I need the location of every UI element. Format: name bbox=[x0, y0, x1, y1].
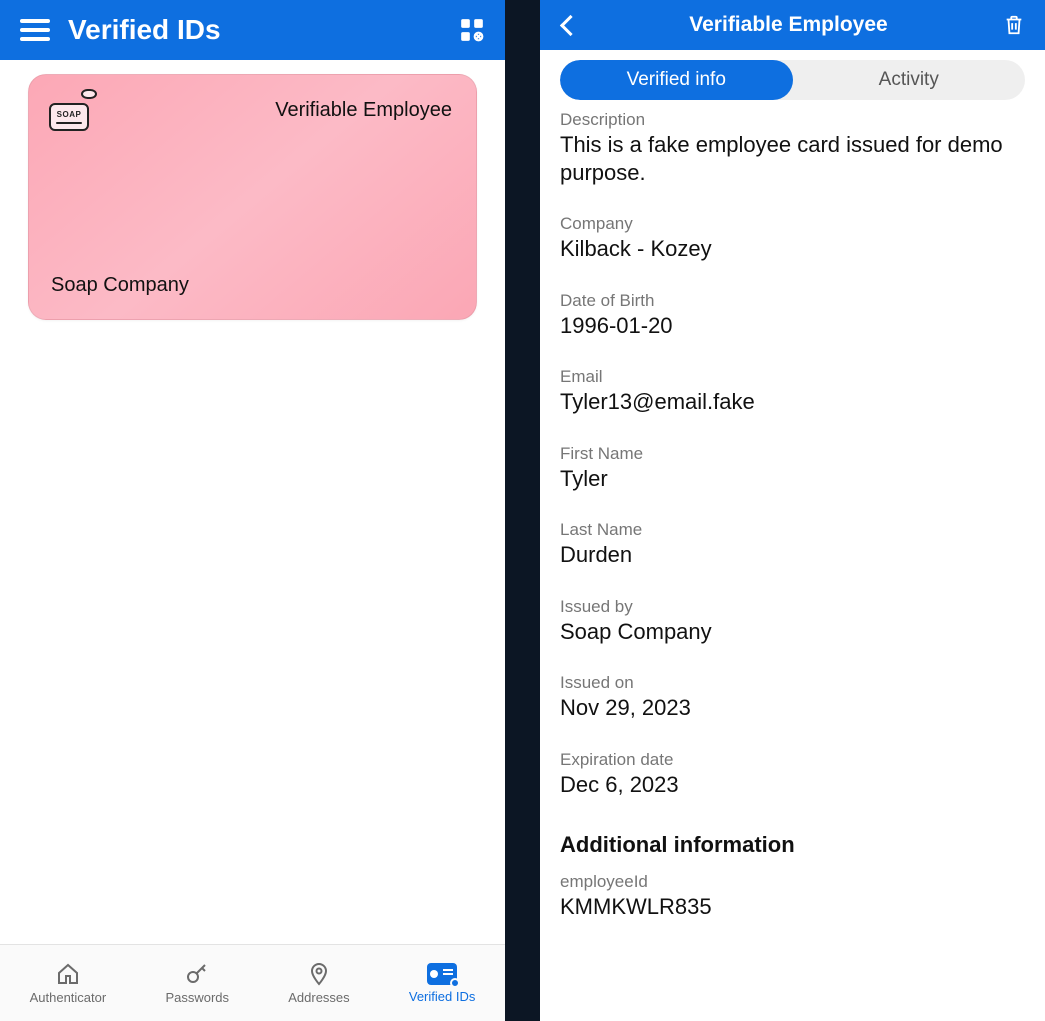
qr-scan-icon[interactable] bbox=[459, 17, 485, 43]
card-brand-icon: SOAP bbox=[49, 91, 91, 131]
nav-label: Authenticator bbox=[30, 990, 107, 1005]
field-value: Soap Company bbox=[560, 618, 1025, 646]
tab-activity[interactable]: Activity bbox=[793, 60, 1026, 100]
field-value: Dec 6, 2023 bbox=[560, 771, 1025, 799]
field-value: KMMKWLR835 bbox=[560, 893, 1025, 921]
field-employee-id: employeeId KMMKWLR835 bbox=[560, 872, 1025, 921]
field-email: Email Tyler13@email.fake bbox=[560, 367, 1025, 416]
detail-title: Verifiable Employee bbox=[689, 13, 887, 37]
page-title: Verified IDs bbox=[68, 14, 459, 46]
right-header: Verifiable Employee bbox=[540, 0, 1045, 50]
field-label: Last Name bbox=[560, 520, 1025, 540]
left-header: Verified IDs bbox=[0, 0, 505, 60]
card-issuer-label: Soap Company bbox=[51, 274, 189, 297]
tab-verified-info[interactable]: Verified info bbox=[560, 60, 793, 100]
nav-label: Passwords bbox=[165, 990, 229, 1005]
field-description: Description This is a fake employee card… bbox=[560, 110, 1025, 186]
field-label: First Name bbox=[560, 444, 1025, 464]
field-company: Company Kilback - Kozey bbox=[560, 214, 1025, 263]
nav-label: Verified IDs bbox=[409, 989, 475, 1004]
nav-verified-ids[interactable]: Verified IDs bbox=[409, 963, 475, 1004]
nav-authenticator[interactable]: Authenticator bbox=[30, 962, 107, 1005]
field-label: Issued on bbox=[560, 673, 1025, 693]
field-issued-on: Issued on Nov 29, 2023 bbox=[560, 673, 1025, 722]
nav-passwords[interactable]: Passwords bbox=[165, 962, 229, 1005]
field-value: Tyler bbox=[560, 465, 1025, 493]
verified-ids-panel: Verified IDs SOAP Verifiable Employee So… bbox=[0, 0, 505, 1021]
field-first-name: First Name Tyler bbox=[560, 444, 1025, 493]
trash-icon[interactable] bbox=[1003, 13, 1025, 37]
field-label: Issued by bbox=[560, 597, 1025, 617]
field-value: Kilback - Kozey bbox=[560, 235, 1025, 263]
card-list: SOAP Verifiable Employee Soap Company bbox=[0, 60, 505, 944]
field-label: Expiration date bbox=[560, 750, 1025, 770]
field-value: 1996-01-20 bbox=[560, 312, 1025, 340]
field-value: Durden bbox=[560, 541, 1025, 569]
field-value: This is a fake employee card issued for … bbox=[560, 131, 1025, 186]
pin-icon bbox=[307, 962, 331, 986]
card-type-label: Verifiable Employee bbox=[275, 99, 452, 122]
bottom-nav: Authenticator Passwords Addresses Verifi… bbox=[0, 944, 505, 1021]
back-icon[interactable] bbox=[560, 14, 574, 36]
home-icon bbox=[56, 962, 80, 986]
credential-card[interactable]: SOAP Verifiable Employee Soap Company bbox=[28, 74, 477, 320]
detail-body[interactable]: Description This is a fake employee card… bbox=[540, 108, 1045, 1021]
field-value: Tyler13@email.fake bbox=[560, 388, 1025, 416]
credential-detail-panel: Verifiable Employee Verified info Activi… bbox=[540, 0, 1045, 1021]
field-label: Company bbox=[560, 214, 1025, 234]
field-dob: Date of Birth 1996-01-20 bbox=[560, 291, 1025, 340]
field-label: Description bbox=[560, 110, 1025, 130]
field-expiration: Expiration date Dec 6, 2023 bbox=[560, 750, 1025, 799]
hamburger-icon[interactable] bbox=[20, 19, 50, 41]
field-label: Date of Birth bbox=[560, 291, 1025, 311]
id-card-icon bbox=[427, 963, 457, 985]
field-issued-by: Issued by Soap Company bbox=[560, 597, 1025, 646]
nav-addresses[interactable]: Addresses bbox=[288, 962, 349, 1005]
field-label: Email bbox=[560, 367, 1025, 387]
additional-info-heading: Additional information bbox=[560, 832, 1025, 858]
nav-label: Addresses bbox=[288, 990, 349, 1005]
field-last-name: Last Name Durden bbox=[560, 520, 1025, 569]
tab-bar: Verified info Activity bbox=[560, 60, 1025, 100]
field-value: Nov 29, 2023 bbox=[560, 694, 1025, 722]
field-label: employeeId bbox=[560, 872, 1025, 892]
key-icon bbox=[185, 962, 209, 986]
